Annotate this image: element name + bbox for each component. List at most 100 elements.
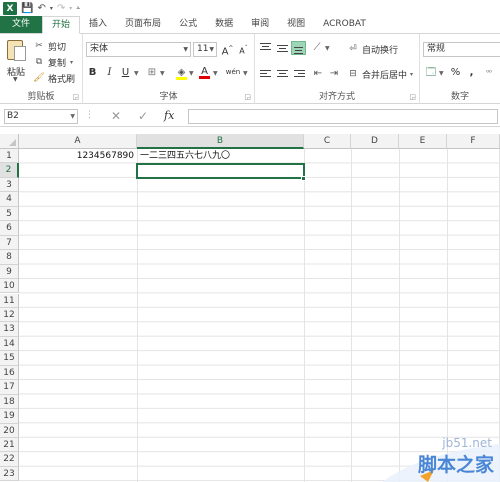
tab-home[interactable]: 开始 [42,16,81,34]
chevron-down-icon[interactable]: ▼ [243,70,248,77]
tab-formulas[interactable]: 公式 [170,16,206,33]
grow-font-button[interactable]: A^ [221,42,234,57]
orientation-button[interactable]: ⟋ [310,41,324,55]
dialog-launcher-icon[interactable]: ◲ [72,93,79,101]
column-header-f[interactable]: F [447,134,500,149]
column-header-e[interactable]: E [399,134,447,149]
row-header-5[interactable]: 5 [0,206,19,222]
redo-icon[interactable]: ↷ [57,2,65,16]
accounting-format-button[interactable]: 🗔 [424,66,438,80]
row-header-12[interactable]: 12 [0,307,19,323]
row-header-1[interactable]: 1 [0,149,19,164]
row-header-22[interactable]: 22 [0,452,19,467]
shrink-font-button[interactable]: Aˇ [237,42,250,56]
align-right-button[interactable] [292,67,307,81]
copy-button[interactable]: ⧉ 复制 ▾ [33,55,73,69]
align-left-button[interactable] [258,67,273,81]
chevron-down-icon[interactable]: ▼ [325,45,330,52]
cell-b1[interactable]: 一二三四五六七八九〇 [140,150,230,163]
chevron-down-icon[interactable]: ▼ [134,70,139,77]
merge-cells-icon: ⊟ [349,69,357,79]
name-box[interactable]: B2 ▼ [4,109,78,124]
decrease-indent-button[interactable]: ⇤ [311,67,325,81]
row-header-2[interactable]: 2 [0,163,19,178]
column-header-a[interactable]: A [19,134,137,149]
row-header-3[interactable]: 3 [0,177,19,193]
watermark-name: 脚本之家 [417,454,494,476]
column-header-c[interactable]: C [304,134,351,149]
percent-style-button[interactable]: % [449,66,462,80]
borders-button[interactable]: ⊞ [145,66,159,80]
tab-page-layout[interactable]: 页面布局 [116,16,170,33]
font-color-button[interactable]: A [198,65,211,79]
formula-bar: B2 ▼ ⋮ ✕ ✓ fx [0,107,500,127]
row-header-10[interactable]: 10 [0,279,19,294]
fill-color-button[interactable]: ◈ [175,66,188,80]
row-header-16[interactable]: 16 [0,365,19,381]
row-header-23[interactable]: 23 [0,466,19,482]
select-all-button[interactable] [0,134,19,149]
formula-input[interactable] [188,109,498,124]
format-painter-button[interactable]: 🖌 格式刷 [33,71,75,85]
outdent-icon: ⇤ [313,68,323,79]
row-header-6[interactable]: 6 [0,221,19,236]
row-header-15[interactable]: 15 [0,351,19,366]
row-header-20[interactable]: 20 [0,423,19,438]
row-header-9[interactable]: 9 [0,264,19,280]
row-header-21[interactable]: 21 [0,438,19,453]
merge-center-button[interactable]: ⊟ 合并后居中 ▾ [347,67,413,81]
align-top-button[interactable] [258,41,273,55]
dialog-launcher-icon[interactable]: ◲ [409,93,416,101]
chevron-down-icon[interactable]: ▼ [160,70,165,77]
align-bottom-button[interactable] [291,41,306,55]
dialog-launcher-icon[interactable]: ◲ [244,93,251,101]
scissors-icon: ✂ [35,41,43,51]
increase-decimal-button[interactable]: ⁰⁰ [480,66,498,80]
row-header-18[interactable]: 18 [0,394,19,410]
increase-indent-button[interactable]: ⇥ [327,67,341,81]
phonetic-button[interactable]: wén [225,65,241,79]
save-icon[interactable]: 💾 [21,2,33,16]
column-header-d[interactable]: D [351,134,399,149]
row-header-11[interactable]: 11 [0,293,19,308]
row-header-19[interactable]: 19 [0,409,19,424]
column-header-b[interactable]: B [137,134,304,149]
cancel-icon[interactable]: ✕ [111,109,121,123]
chevron-down-icon[interactable]: ▼ [189,70,194,77]
underline-button[interactable]: U [119,66,132,80]
tab-insert[interactable]: 插入 [80,16,116,33]
chevron-down-icon[interactable]: ▼ [439,70,444,77]
row-header-14[interactable]: 14 [0,336,19,352]
row-header-13[interactable]: 13 [0,322,19,337]
row-header-8[interactable]: 8 [0,250,19,265]
selected-cell-b2[interactable] [136,163,305,179]
enter-icon[interactable]: ✓ [138,109,148,123]
paste-button[interactable]: 粘贴 ▼ [4,38,28,84]
font-name-select[interactable]: 宋体 ▼ [86,42,191,57]
align-middle-button[interactable] [275,41,290,55]
cut-button[interactable]: ✂ 剪切 [33,39,66,53]
italic-button[interactable]: I [103,66,116,80]
tab-file[interactable]: 文件 [0,16,43,33]
undo-icon[interactable]: ↶ [37,2,45,16]
comma-style-button[interactable]: , [465,66,478,80]
number-format-select[interactable]: 常规 [423,42,500,57]
align-center-button[interactable] [275,67,290,81]
cell-a1[interactable]: 1234567890 [19,150,134,163]
tab-review[interactable]: 审阅 [242,16,278,33]
chevron-down-icon[interactable]: ▼ [213,70,218,77]
wrap-text-button[interactable]: ⏎ 自动换行 [347,42,398,56]
row-header-7[interactable]: 7 [0,235,19,251]
undo-dropdown-icon[interactable]: ▾ [50,2,53,16]
bold-button[interactable]: B [86,66,99,80]
tab-acrobat[interactable]: ACROBAT [314,16,375,33]
tab-data[interactable]: 数据 [206,16,242,33]
row-header-4[interactable]: 4 [0,192,19,207]
font-size-select[interactable]: 11 ▼ [193,42,217,57]
tab-view[interactable]: 视图 [278,16,314,33]
redo-dropdown-icon[interactable]: ▾ [69,2,72,16]
row-header-17[interactable]: 17 [0,380,19,395]
fill-handle[interactable] [301,176,306,181]
insert-function-icon[interactable]: fx [164,109,174,122]
customize-toolbar-icon[interactable]: ⩡ [76,2,80,16]
